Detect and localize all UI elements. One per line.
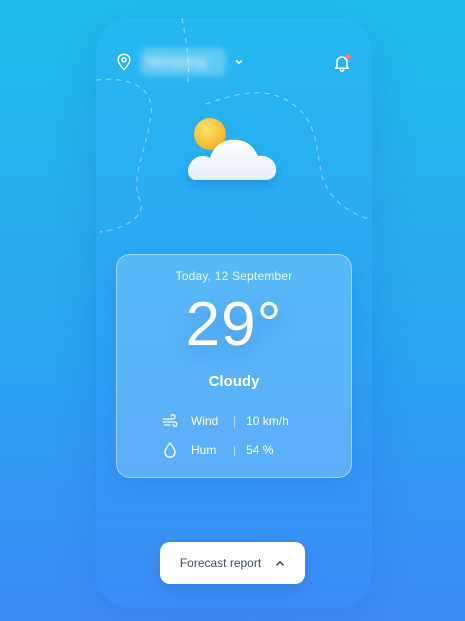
chevron-up-icon <box>276 561 284 566</box>
temperature-value: 29° <box>185 290 283 359</box>
wind-stat: Wind | 10 km/h <box>161 411 289 431</box>
stat-separator: | <box>233 414 237 428</box>
droplet-icon <box>164 442 176 458</box>
forecast-report-button[interactable]: Forecast report <box>160 542 305 584</box>
stat-separator: | <box>233 443 237 457</box>
date-label: Today, 12 September <box>175 269 293 283</box>
condition-label: Cloudy <box>208 373 260 390</box>
location-name: Semarang <box>140 48 226 76</box>
weather-card: Today, 12 September 29° Cloudy Wind | 10… <box>116 254 352 478</box>
sun-behind-cloud-icon <box>188 118 277 180</box>
humidity-stat: Hum | 54 % <box>161 440 273 460</box>
top-bar: Semarang <box>0 0 465 100</box>
location-pin-icon <box>117 53 131 71</box>
wind-icon <box>162 413 178 427</box>
wind-label: Wind <box>191 414 219 428</box>
chevron-down-icon <box>235 60 243 65</box>
notification-badge <box>346 54 351 59</box>
humidity-value: 54 % <box>246 443 274 457</box>
location-dropdown[interactable]: Semarang <box>140 48 252 76</box>
notifications-button[interactable] <box>332 53 352 73</box>
forecast-report-label: Forecast report <box>179 556 262 570</box>
humidity-label: Hum <box>191 443 217 457</box>
wind-value: 10 km/h <box>246 414 289 428</box>
